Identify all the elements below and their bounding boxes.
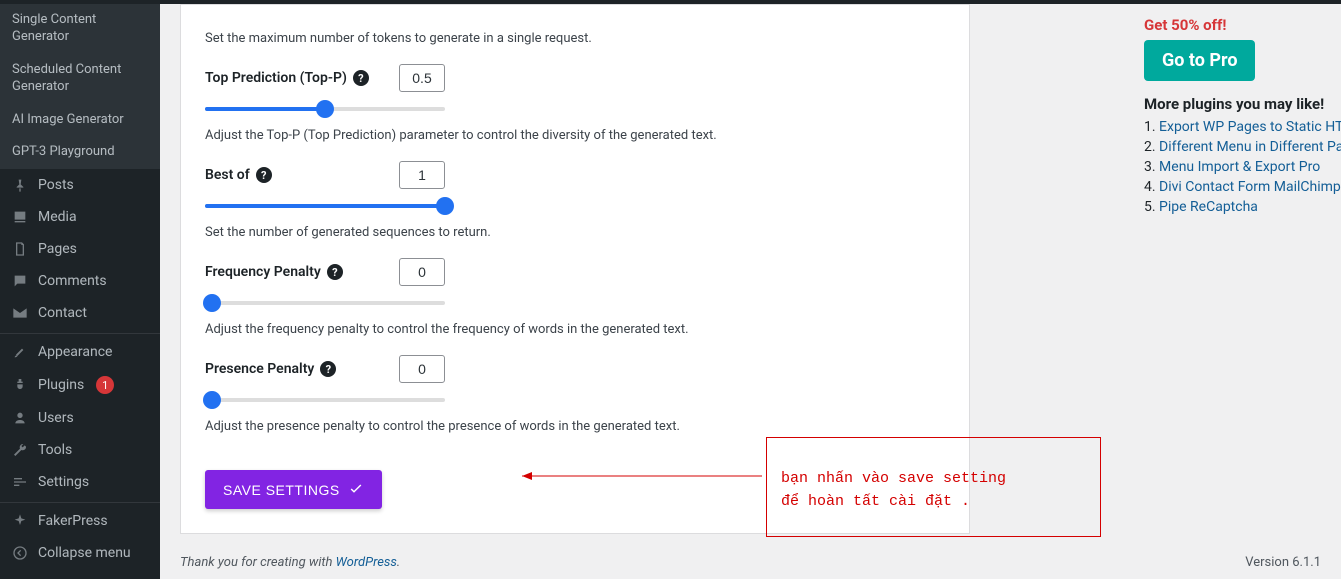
slider-top-p[interactable]	[205, 102, 445, 116]
sidebar-item-label: Contact	[38, 305, 87, 321]
plug-icon	[10, 377, 30, 393]
desc-top-p: Adjust the Top-P (Top Prediction) parame…	[205, 128, 951, 143]
promo-title: Get 50% off!	[1144, 16, 1341, 34]
sidebar-item-label: FakerPress	[38, 513, 108, 529]
sidebar-item-label: Media	[38, 209, 77, 225]
plugin-list-item: 3. Menu Import & Export Pro	[1144, 159, 1341, 175]
desc-pres: Adjust the presence penalty to control t…	[205, 419, 951, 434]
slider-pres[interactable]	[205, 393, 445, 407]
input-freq[interactable]	[399, 258, 445, 286]
media-icon	[10, 209, 30, 225]
admin-sidebar: Single Content GeneratorScheduled Conten…	[0, 4, 160, 579]
sidebar-item-pages[interactable]: Pages	[0, 233, 160, 265]
user-icon	[10, 410, 30, 426]
desc-best-of: Set the number of generated sequences to…	[205, 225, 951, 240]
sidebar-item-fakerpress[interactable]: FakerPress	[0, 502, 160, 537]
sidebar-item-plugins[interactable]: Plugins 1	[0, 368, 160, 402]
plugin-list-item: 2. Different Menu in Different Pages	[1144, 139, 1341, 155]
plugin-link[interactable]: Pipe ReCaptcha	[1159, 199, 1258, 215]
sidebar-item-collapse-menu[interactable]: Collapse menu	[0, 537, 160, 569]
sidebar-item-label: Collapse menu	[38, 545, 131, 561]
update-badge: 1	[96, 376, 114, 394]
desc-freq: Adjust the frequency penalty to control …	[205, 322, 951, 337]
sidebar-item-label: Plugins	[38, 377, 84, 393]
page-icon	[10, 241, 30, 257]
sidebar-item-label: Posts	[38, 177, 74, 193]
annotation-arrow	[522, 470, 762, 480]
plugin-link[interactable]: Different Menu in Different Pages	[1159, 139, 1341, 155]
comment-icon	[10, 273, 30, 289]
sidebar-item-label: Pages	[38, 241, 77, 257]
field-frequency-penalty: Frequency Penalty?	[205, 258, 951, 310]
input-best-of[interactable]	[399, 161, 445, 189]
label-best-of: Best of?	[205, 167, 385, 183]
sidebar-item-label: Comments	[38, 273, 107, 289]
sidebar-item-contact[interactable]: Contact	[0, 297, 160, 329]
field-presence-penalty: Presence Penalty?	[205, 355, 951, 407]
sidebar-item-appearance[interactable]: Appearance	[0, 333, 160, 368]
wrench-icon	[10, 442, 30, 458]
sidebar-item-users[interactable]: Users	[0, 402, 160, 434]
label-pres: Presence Penalty?	[205, 361, 385, 377]
go-to-pro-button[interactable]: Go to Pro	[1144, 40, 1255, 81]
mail-icon	[10, 305, 30, 321]
brush-icon	[10, 344, 30, 360]
input-top-p[interactable]	[399, 64, 445, 92]
help-icon[interactable]: ?	[320, 361, 336, 377]
sidebar-subitem[interactable]: AI Image Generator	[0, 104, 160, 137]
save-settings-button[interactable]: SAVE SETTINGS	[205, 470, 382, 509]
spark-icon	[10, 513, 30, 529]
sidebar-subitem[interactable]: GPT-3 Playground	[0, 136, 160, 169]
wordpress-link[interactable]: WordPress	[336, 555, 397, 570]
admin-footer: Thank you for creating with WordPress. V…	[180, 551, 1341, 579]
sidebar-item-label: Tools	[38, 442, 72, 458]
sidebar-item-comments[interactable]: Comments	[0, 265, 160, 297]
help-icon[interactable]: ?	[256, 167, 272, 183]
sliders-icon	[10, 474, 30, 490]
promo-sidebar: Get 50% off! Go to Pro More plugins you …	[1144, 16, 1341, 219]
version-text: Version 6.1.1	[1245, 555, 1321, 579]
sidebar-item-media[interactable]: Media	[0, 201, 160, 233]
label-top-p: Top Prediction (Top-P)?	[205, 70, 385, 86]
slider-freq[interactable]	[205, 296, 445, 310]
more-plugins-title: More plugins you may like!	[1144, 95, 1341, 113]
plugin-link[interactable]: Divi Contact Form MailChimp Extension	[1159, 179, 1341, 195]
field-top-p: Top Prediction (Top-P)?	[205, 64, 951, 116]
input-pres[interactable]	[399, 355, 445, 383]
pin-icon	[10, 177, 30, 193]
help-icon[interactable]: ?	[353, 70, 369, 86]
plugin-list-item: 4. Divi Contact Form MailChimp Extension	[1144, 179, 1341, 195]
sidebar-item-settings[interactable]: Settings	[0, 466, 160, 498]
sidebar-subitem[interactable]: Scheduled Content Generator	[0, 54, 160, 104]
sidebar-item-tools[interactable]: Tools	[0, 434, 160, 466]
sidebar-item-label: Settings	[38, 474, 89, 490]
annotation-box: bạn nhấn vào save setting để hoàn tất cà…	[766, 437, 1101, 537]
max-tokens-desc: Set the maximum number of tokens to gene…	[205, 31, 951, 46]
plugin-list-item: 5. Pipe ReCaptcha	[1144, 199, 1341, 215]
sidebar-item-label: Users	[38, 410, 74, 426]
plugin-link[interactable]: Export WP Pages to Static HTML/CSS	[1159, 119, 1341, 135]
sidebar-item-posts[interactable]: Posts	[0, 169, 160, 201]
collapse-icon	[10, 545, 30, 561]
plugin-link[interactable]: Menu Import & Export Pro	[1159, 159, 1320, 175]
sidebar-item-label: Appearance	[38, 344, 112, 360]
sidebar-subitem[interactable]: Single Content Generator	[0, 4, 160, 54]
slider-best-of[interactable]	[205, 199, 445, 213]
check-icon	[348, 480, 364, 499]
label-freq: Frequency Penalty?	[205, 264, 385, 280]
plugin-list-item: 1. Export WP Pages to Static HTML/CSS	[1144, 119, 1341, 135]
help-icon[interactable]: ?	[327, 264, 343, 280]
field-best-of: Best of?	[205, 161, 951, 213]
